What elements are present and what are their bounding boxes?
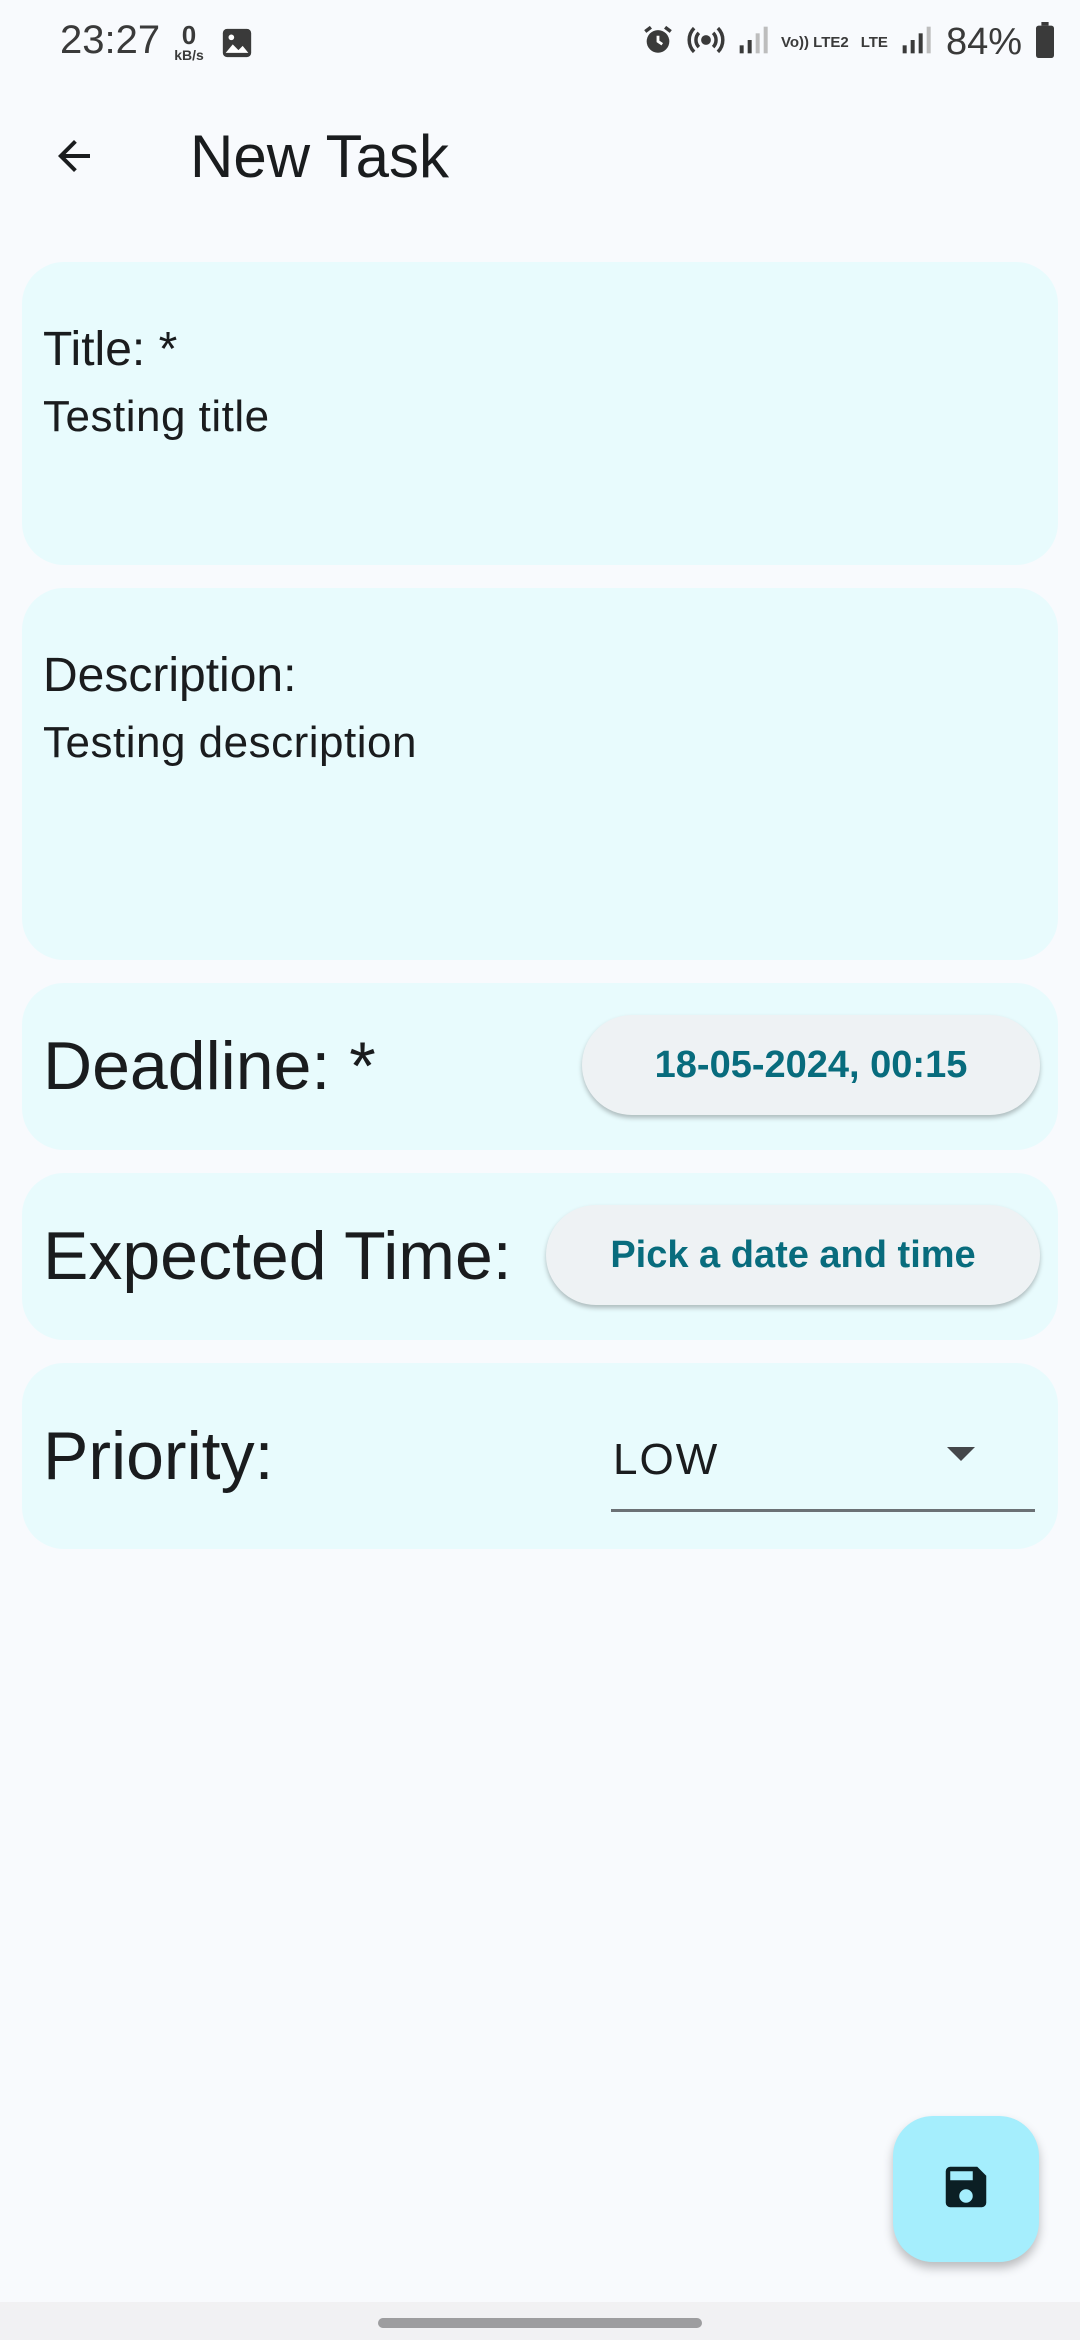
gesture-handle[interactable] <box>378 2318 702 2328</box>
expected-time-picker-button[interactable]: Pick a date and time <box>546 1205 1040 1305</box>
deadline-picker-button[interactable]: 18-05-2024, 00:15 <box>582 1015 1040 1115</box>
expected-time-label: Expected Time: <box>43 1218 512 1294</box>
arrow-back-icon <box>50 132 98 185</box>
signal-icon <box>737 24 769 61</box>
title-label: Title: * <box>43 323 178 376</box>
priority-dropdown[interactable]: LOW <box>611 1399 1035 1512</box>
status-time: 23:27 <box>60 18 161 62</box>
priority-row: Priority: LOW <box>22 1363 1058 1549</box>
signal-icon-2 <box>900 24 932 61</box>
title-field[interactable]: Title: * Testing title <box>22 262 1058 565</box>
battery-percent: 84% <box>945 20 1022 63</box>
network-speed: 0 kB/s <box>172 22 206 62</box>
dropdown-arrow-icon <box>947 1447 975 1461</box>
priority-label: Priority: <box>43 1418 274 1494</box>
save-icon <box>939 2160 993 2219</box>
deadline-label: Deadline: * <box>43 1028 376 1104</box>
network-label-volte: Vo)) LTE2 <box>780 33 849 51</box>
description-input[interactable]: Testing description <box>43 718 417 768</box>
alarm-icon <box>641 23 675 62</box>
expected-time-row: Expected Time: Pick a date and time <box>22 1173 1058 1340</box>
page-title: New Task <box>190 123 449 190</box>
navigation-bar <box>0 2302 1080 2340</box>
gallery-icon <box>220 26 254 65</box>
title-input[interactable]: Testing title <box>43 392 270 442</box>
status-bar: 23:27 0 kB/s Vo)) LTE2 LTE 84% <box>0 0 1080 84</box>
deadline-row: Deadline: * 18-05-2024, 00:15 <box>22 983 1058 1150</box>
network-speed-unit: kB/s <box>174 47 204 63</box>
back-button[interactable] <box>44 128 104 188</box>
battery-icon <box>1034 21 1056 63</box>
save-button[interactable] <box>893 2116 1039 2262</box>
hotspot-icon <box>687 21 725 64</box>
description-label: Description: <box>43 649 297 702</box>
network-speed-value: 0 <box>181 20 197 50</box>
app-bar: New Task <box>0 84 1080 234</box>
network-label-lte: LTE <box>860 33 888 51</box>
description-field[interactable]: Description: Testing description <box>22 588 1058 960</box>
status-icons: Vo)) LTE2 LTE 84% <box>641 18 1056 66</box>
priority-selected-value: LOW <box>613 1435 720 1484</box>
